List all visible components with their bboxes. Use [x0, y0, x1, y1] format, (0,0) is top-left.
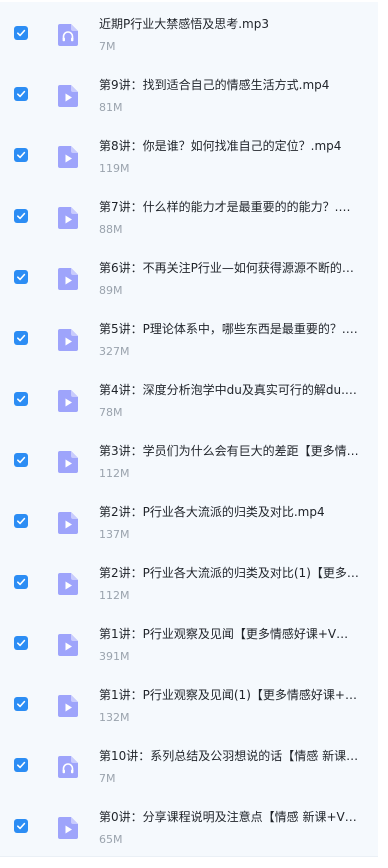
play-icon [58, 85, 78, 107]
video-file-icon [58, 817, 78, 839]
row-checkbox[interactable] [14, 209, 28, 223]
checkmark-icon [17, 395, 26, 403]
file-size: 112M [99, 589, 130, 602]
play-icon [58, 329, 78, 351]
file-row[interactable]: 第0讲：分享课程说明及注意点【情感 新课+V】.mp4 65M [0, 795, 378, 857]
play-icon [58, 634, 78, 656]
file-size: 89M [99, 284, 123, 297]
file-size: 132M [99, 711, 130, 724]
file-name[interactable]: 第2讲：P行业各大流派的归类及对比(1)【更多情感好课】.mp4 [99, 565, 359, 581]
audio-file-icon [58, 24, 78, 46]
file-size: 81M [99, 101, 123, 114]
video-file-icon [58, 451, 78, 473]
file-size: 137M [99, 528, 130, 541]
row-checkbox[interactable] [14, 697, 28, 711]
file-row[interactable]: 第5讲：P理论体系中，哪些东西是最重要的？.mp4 327M [0, 307, 378, 369]
headphones-icon [58, 756, 78, 778]
play-icon [58, 390, 78, 412]
file-row[interactable]: 第2讲：P行业各大流派的归类及对比(1)【更多情感好课】.mp4 112M [0, 551, 378, 613]
checkmark-icon [17, 822, 26, 830]
play-icon [58, 695, 78, 717]
row-checkbox[interactable] [14, 636, 28, 650]
checkmark-icon [17, 334, 26, 342]
file-size: 88M [99, 223, 123, 236]
checkmark-icon [17, 456, 26, 464]
row-checkbox[interactable] [14, 87, 28, 101]
file-row[interactable]: 第1讲：P行业观察及见闻【更多情感好课+V】.mp4 391M [0, 612, 378, 674]
audio-file-icon [58, 756, 78, 778]
checkmark-icon [17, 578, 26, 586]
file-name[interactable]: 第6讲：不再关注P行业—如何获得源源不断的资源.mp4 [99, 260, 359, 276]
row-checkbox[interactable] [14, 453, 28, 467]
file-list: 近期P行业大禁感悟及思考.mp3 7M 第9讲：找到适合自己的情感生活方式.mp4 8… [0, 0, 388, 868]
row-checkbox[interactable] [14, 758, 28, 772]
file-row[interactable]: 第9讲：找到适合自己的情感生活方式.mp4 81M [0, 63, 378, 125]
video-file-icon [58, 634, 78, 656]
file-name[interactable]: 第3讲：学员们为什么会有巨大的差距【更多情感好课】.mp4 [99, 443, 359, 459]
play-icon [58, 207, 78, 229]
file-row[interactable]: 第2讲：P行业各大流派的归类及对比.mp4 137M [0, 490, 378, 552]
row-checkbox[interactable] [14, 514, 28, 528]
checkmark-icon [17, 273, 26, 281]
video-file-icon [58, 512, 78, 534]
file-size: 78M [99, 406, 123, 419]
file-row[interactable]: 第3讲：学员们为什么会有巨大的差距【更多情感好课】.mp4 112M [0, 429, 378, 491]
play-icon [58, 573, 78, 595]
file-row[interactable]: 第8讲：你是谁？如何找准自己的定位？.mp4 119M [0, 124, 378, 186]
file-row[interactable]: 第6讲：不再关注P行业—如何获得源源不断的资源.mp4 89M [0, 246, 378, 308]
file-size: 327M [99, 345, 130, 358]
play-icon [58, 512, 78, 534]
row-checkbox[interactable] [14, 392, 28, 406]
file-size: 119M [99, 162, 130, 175]
video-file-icon [58, 207, 78, 229]
play-icon [58, 451, 78, 473]
checkmark-icon [17, 29, 26, 37]
file-name[interactable]: 第4讲：深度分析泡学中du及真实可行的解du.mp4 [99, 382, 359, 398]
video-file-icon [58, 146, 78, 168]
video-file-icon [58, 85, 78, 107]
file-name[interactable]: 第7讲：什么样的能力才是最重要的的能力？.mp4 [99, 199, 359, 215]
play-icon [58, 268, 78, 290]
checkmark-icon [17, 700, 26, 708]
play-icon [58, 146, 78, 168]
file-size: 7M [99, 40, 116, 53]
file-name[interactable]: 近期P行业大禁感悟及思考.mp3 [99, 16, 359, 32]
row-checkbox[interactable] [14, 819, 28, 833]
file-row[interactable]: 近期P行业大禁感悟及思考.mp3 7M [0, 2, 378, 64]
file-name[interactable]: 第1讲：P行业观察及见闻(1)【更多情感好课+V】.mp4 [99, 687, 359, 703]
file-row[interactable]: 第1讲：P行业观察及见闻(1)【更多情感好课+V】.mp4 132M [0, 673, 378, 735]
file-name[interactable]: 第2讲：P行业各大流派的归类及对比.mp4 [99, 504, 359, 520]
row-checkbox[interactable] [14, 270, 28, 284]
video-file-icon [58, 695, 78, 717]
file-name[interactable]: 第5讲：P理论体系中，哪些东西是最重要的？.mp4 [99, 321, 359, 337]
file-size: 391M [99, 650, 130, 663]
headphones-icon [58, 24, 78, 46]
file-name[interactable]: 第10讲：系列总结及公羽想说的话【情感 新课】.mp3 [99, 748, 359, 764]
video-file-icon [58, 390, 78, 412]
checkmark-icon [17, 639, 26, 647]
file-row[interactable]: 第10讲：系列总结及公羽想说的话【情感 新课】.mp3 7M [0, 734, 378, 796]
file-name[interactable]: 第0讲：分享课程说明及注意点【情感 新课+V】.mp4 [99, 809, 359, 825]
file-size: 7M [99, 772, 116, 785]
row-checkbox[interactable] [14, 26, 28, 40]
video-file-icon [58, 573, 78, 595]
file-name[interactable]: 第1讲：P行业观察及见闻【更多情感好课+V】.mp4 [99, 626, 359, 642]
file-size: 112M [99, 467, 130, 480]
file-name[interactable]: 第8讲：你是谁？如何找准自己的定位？.mp4 [99, 138, 359, 154]
checkmark-icon [17, 212, 26, 220]
checkmark-icon [17, 761, 26, 769]
file-name[interactable]: 第9讲：找到适合自己的情感生活方式.mp4 [99, 77, 359, 93]
video-file-icon [58, 329, 78, 351]
video-file-icon [58, 268, 78, 290]
file-row[interactable]: 第4讲：深度分析泡学中du及真实可行的解du.mp4 78M [0, 368, 378, 430]
row-checkbox[interactable] [14, 575, 28, 589]
play-icon [58, 817, 78, 839]
checkmark-icon [17, 517, 26, 525]
row-checkbox[interactable] [14, 148, 28, 162]
checkmark-icon [17, 151, 26, 159]
row-checkbox[interactable] [14, 331, 28, 345]
checkmark-icon [17, 90, 26, 98]
file-size: 65M [99, 833, 123, 846]
file-row[interactable]: 第7讲：什么样的能力才是最重要的的能力？.mp4 88M [0, 185, 378, 247]
